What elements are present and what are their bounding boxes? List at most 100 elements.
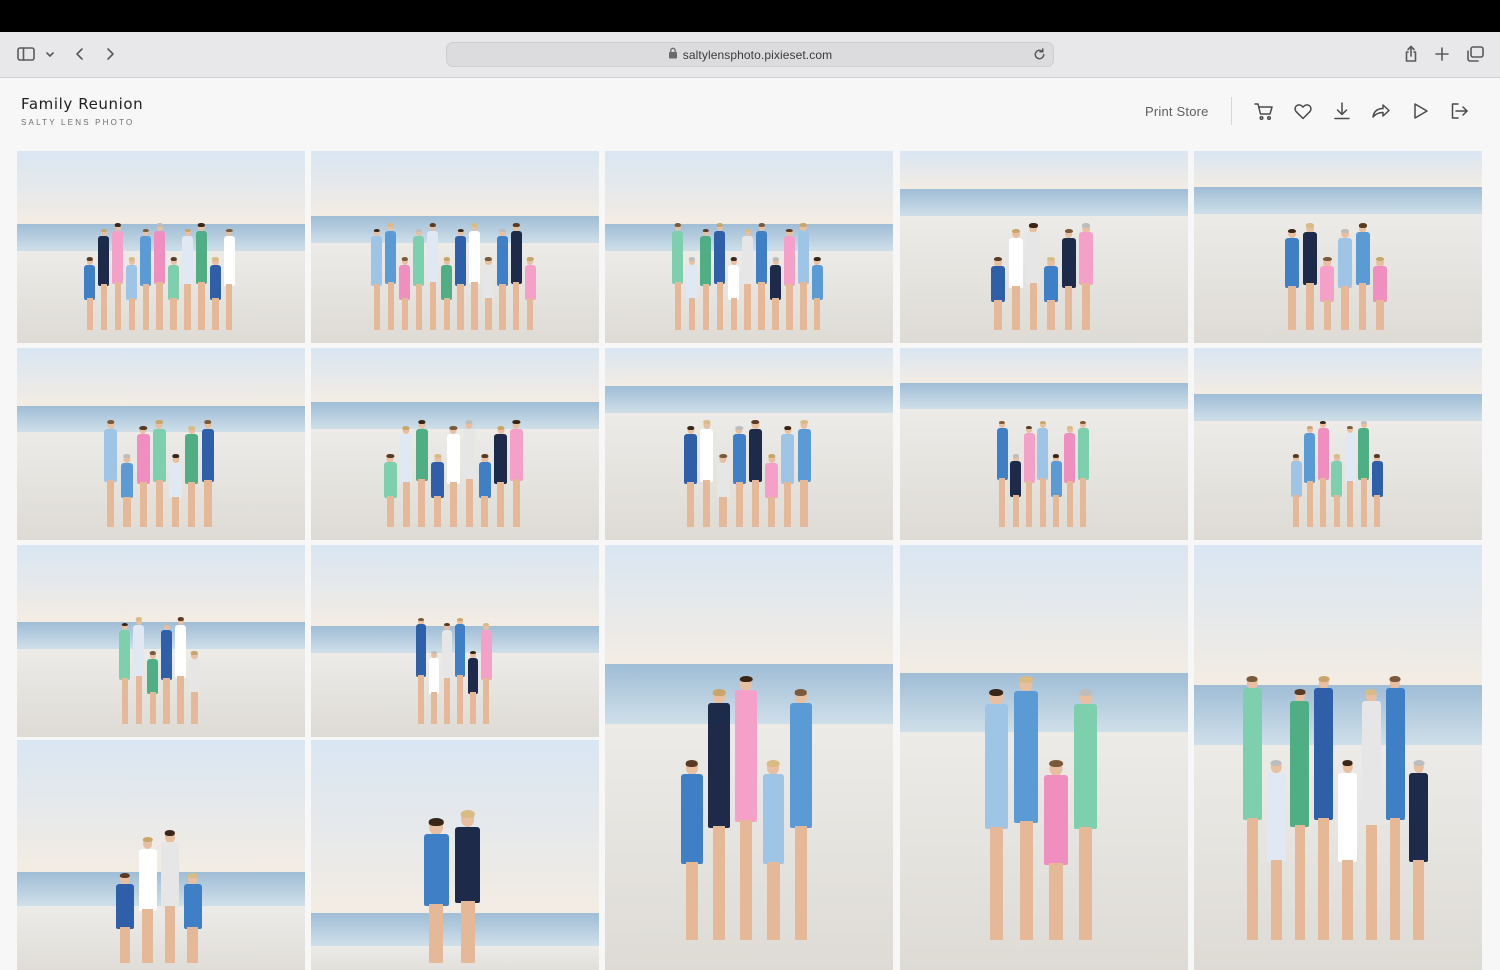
- person-outfit: [1304, 432, 1316, 483]
- gallery-photo[interactable]: [605, 348, 893, 540]
- person-outfit: [133, 624, 145, 678]
- person-hair: [1082, 223, 1091, 228]
- chevron-down-icon[interactable]: [44, 48, 56, 60]
- person-legs: [481, 496, 489, 527]
- slideshow-icon[interactable]: [1409, 100, 1431, 122]
- photo-sea: [900, 672, 1188, 732]
- person-legs: [119, 927, 131, 964]
- person-hair: [1318, 675, 1330, 682]
- person-hair: [512, 420, 521, 425]
- photo-person: [708, 688, 730, 941]
- photo-sea: [311, 401, 599, 429]
- photo-person: [468, 651, 479, 724]
- heart-icon[interactable]: [1292, 100, 1314, 122]
- gallery-photo[interactable]: [311, 348, 599, 540]
- photo-person: [494, 425, 507, 527]
- photo-person: [1385, 675, 1405, 941]
- person-outfit: [169, 462, 183, 499]
- share-arrow-icon[interactable]: [1370, 100, 1392, 122]
- person-hair: [139, 425, 147, 430]
- back-icon[interactable]: [71, 45, 89, 63]
- photo-person: [510, 223, 522, 330]
- gallery-photo[interactable]: [605, 545, 893, 970]
- gallery-photo[interactable]: [900, 545, 1188, 970]
- person-outfit: [104, 428, 118, 482]
- person-outfit: [427, 230, 439, 284]
- gallery-photo[interactable]: [17, 151, 305, 343]
- gallery-photo[interactable]: [900, 348, 1188, 540]
- person-hair: [1246, 675, 1258, 682]
- photo-sky: [311, 348, 599, 402]
- person-legs: [177, 675, 184, 724]
- download-icon[interactable]: [1331, 100, 1353, 122]
- person-hair: [204, 420, 212, 425]
- forward-icon[interactable]: [101, 45, 119, 63]
- gallery-photo[interactable]: [311, 545, 599, 737]
- photo-person: [98, 228, 110, 330]
- person-legs: [123, 496, 131, 527]
- person-outfit: [781, 434, 795, 485]
- person-outfit: [1242, 688, 1262, 820]
- person-legs: [512, 479, 520, 527]
- cart-icon[interactable]: [1253, 100, 1275, 122]
- person-outfit: [447, 433, 460, 485]
- photo-person: [415, 420, 429, 527]
- person-outfit: [167, 264, 180, 301]
- person-outfit: [1358, 427, 1370, 481]
- person-outfit: [384, 462, 397, 499]
- photo-sky: [311, 545, 599, 626]
- tabs-overview-icon[interactable]: [1465, 45, 1485, 63]
- person-legs: [163, 678, 170, 724]
- person-legs: [387, 281, 394, 330]
- photo-sky: [17, 151, 305, 224]
- person-legs: [758, 281, 765, 330]
- reload-icon[interactable]: [1032, 47, 1047, 62]
- person-legs: [1047, 300, 1055, 330]
- photo-person: [996, 420, 1008, 527]
- gallery-photo[interactable]: [311, 151, 599, 343]
- person-outfit: [136, 434, 150, 485]
- share-icon[interactable]: [1401, 44, 1421, 64]
- gallery-photo[interactable]: [17, 740, 305, 970]
- gallery-photo[interactable]: [17, 348, 305, 540]
- exit-icon[interactable]: [1448, 100, 1470, 122]
- person-hair: [800, 420, 808, 425]
- person-hair: [1011, 228, 1020, 233]
- gallery-photo[interactable]: [605, 151, 893, 343]
- address-bar[interactable]: saltylensphoto.pixieset.com: [446, 42, 1054, 67]
- photo-person: [680, 760, 703, 941]
- person-outfit: [496, 236, 508, 287]
- person-hair: [497, 425, 505, 430]
- person-hair: [1049, 760, 1063, 768]
- person-hair: [1288, 228, 1297, 233]
- photo-person: [1338, 228, 1353, 330]
- person-legs: [204, 479, 212, 527]
- photo-person: [1302, 223, 1317, 330]
- photo-person: [478, 454, 492, 527]
- print-store-link[interactable]: Print Store: [1145, 104, 1209, 119]
- person-outfit: [510, 428, 523, 482]
- person-hair: [1340, 228, 1350, 233]
- sidebar-icon[interactable]: [16, 45, 36, 63]
- person-outfit: [140, 236, 152, 287]
- photo-person: [455, 617, 466, 724]
- gallery-photo[interactable]: [900, 151, 1188, 343]
- browser-toolbar: saltylensphoto.pixieset.com: [0, 32, 1500, 78]
- gallery-photo[interactable]: [311, 740, 599, 970]
- person-outfit: [494, 433, 507, 485]
- person-outfit: [126, 264, 138, 301]
- person-outfit: [1361, 701, 1381, 827]
- person-outfit: [413, 236, 425, 287]
- gallery-photo[interactable]: [1194, 151, 1482, 343]
- person-legs: [1347, 480, 1354, 527]
- person-outfit: [728, 264, 740, 301]
- gallery-photo[interactable]: [1194, 545, 1482, 970]
- person-legs: [187, 927, 198, 964]
- gallery-photo[interactable]: [1194, 348, 1482, 540]
- gallery-photo[interactable]: [17, 545, 305, 737]
- person-legs: [1341, 285, 1349, 330]
- new-tab-icon[interactable]: [1433, 45, 1451, 63]
- person-legs: [744, 284, 751, 330]
- person-legs: [703, 479, 711, 527]
- person-outfit: [1014, 691, 1039, 823]
